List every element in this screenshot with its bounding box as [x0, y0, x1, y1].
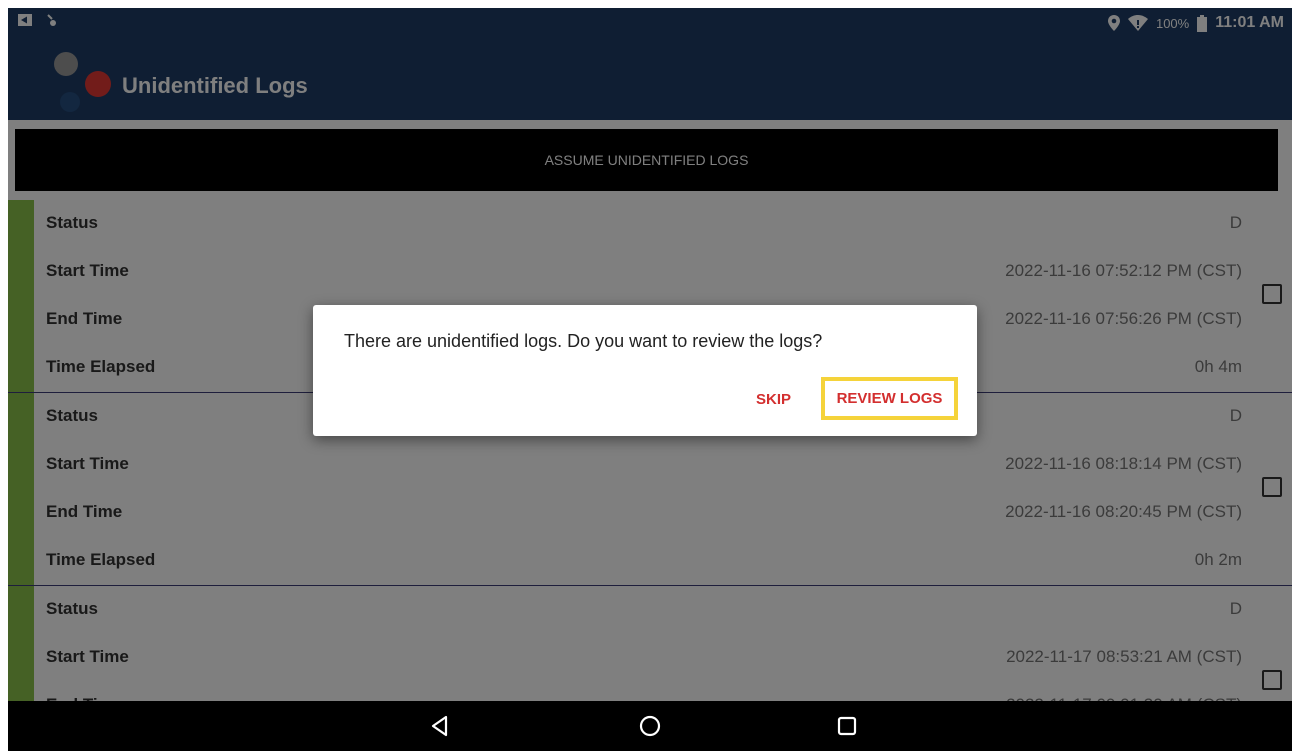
recents-icon[interactable]: [834, 713, 860, 739]
back-icon[interactable]: [427, 713, 453, 739]
skip-button[interactable]: SKIP: [756, 391, 791, 408]
home-icon[interactable]: [637, 713, 663, 739]
navigation-bar: [8, 701, 1292, 751]
review-logs-dialog: There are unidentified logs. Do you want…: [313, 305, 977, 436]
review-logs-button[interactable]: REVIEW LOGS: [821, 377, 958, 420]
dialog-message: There are unidentified logs. Do you want…: [344, 331, 823, 351]
tablet-screen: 100% 11:01 AM Unidentified Logs ASSUME U…: [8, 8, 1292, 751]
